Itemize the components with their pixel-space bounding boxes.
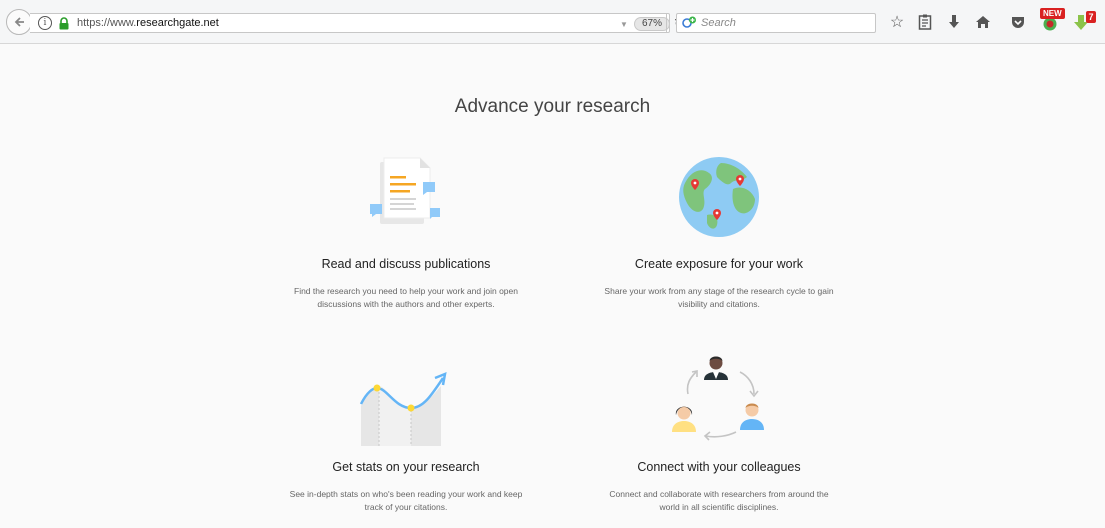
url-bar[interactable]: i https://www.researchgate.net ▼ 67% ↻ <box>30 13 685 33</box>
back-arrow-icon <box>14 17 24 27</box>
colleagues-network-illustration <box>672 356 764 441</box>
zoom-level-badge[interactable]: 67% <box>634 17 671 31</box>
feature-connect: Connect with your colleagues Connect and… <box>599 460 839 514</box>
url-text[interactable]: https://www.researchgate.net <box>77 17 219 29</box>
feature-title: Create exposure for your work <box>634 257 804 271</box>
urlbar-divider <box>666 13 667 33</box>
feature-title: Read and discuss publications <box>321 257 491 271</box>
browser-toolbar: i https://www.researchgate.net ▼ 67% ↻ S… <box>0 0 1105 44</box>
home-icon[interactable] <box>973 12 993 32</box>
feature-description: See in-depth stats on who's been reading… <box>289 489 523 512</box>
document-discussion-illustration <box>370 157 440 224</box>
site-info-icon[interactable]: i <box>38 16 52 30</box>
feature-description: Share your work from any stage of the re… <box>604 286 834 309</box>
feature-description: Connect and collaborate with researchers… <box>609 489 829 512</box>
feature-title: Get stats on your research <box>332 460 480 474</box>
search-bar[interactable]: Search <box>676 13 876 33</box>
download-icon[interactable] <box>944 12 964 32</box>
bookmarks-list-icon[interactable] <box>915 12 935 32</box>
globe-illustration <box>679 157 759 237</box>
page-headline: Advance your research <box>454 96 651 117</box>
feature-read-discuss: Read and discuss publications Find the r… <box>286 257 526 311</box>
feature-exposure: Create exposure for your work Share your… <box>599 257 839 311</box>
lock-icon[interactable] <box>58 17 70 30</box>
url-domain: researchgate.net <box>136 17 219 29</box>
feature-title: Connect with your colleagues <box>637 460 801 474</box>
search-engine-icon[interactable] <box>681 15 697 31</box>
url-prefix: https://www. <box>77 17 137 29</box>
feature-description: Find the research you need to help your … <box>294 286 518 309</box>
pocket-icon[interactable] <box>1008 12 1028 32</box>
stats-chart-illustration <box>359 372 447 446</box>
addon-count-badge: 7 <box>1086 11 1096 23</box>
back-button[interactable] <box>6 9 32 35</box>
feature-stats: Get stats on your research See in-depth … <box>286 460 526 514</box>
url-dropdown-icon[interactable]: ▼ <box>620 20 628 29</box>
search-placeholder: Search <box>701 17 736 29</box>
bookmark-star-icon[interactable]: ☆ <box>887 12 907 32</box>
addon-new-badge: NEW <box>1040 8 1065 19</box>
